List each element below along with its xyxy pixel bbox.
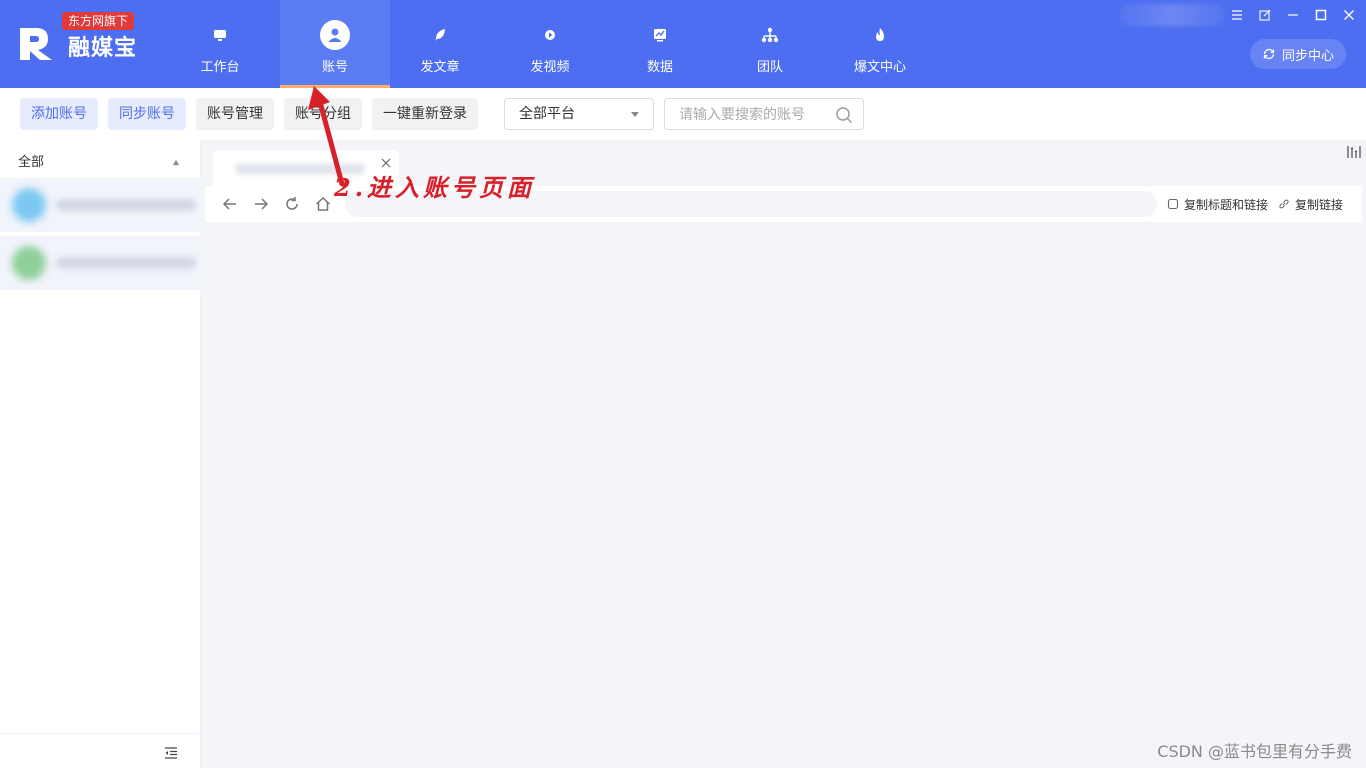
annotation-text: 2.进入账号页面 [334, 173, 536, 202]
account-group-label: 全部 [18, 155, 45, 170]
nav-item-data[interactable]: 数据 [605, 0, 715, 88]
edit-icon[interactable] [1256, 6, 1274, 24]
nav-label: 数据 [646, 60, 673, 75]
nav-item-team[interactable]: 团队 [715, 0, 825, 88]
manage-account-button[interactable]: 账号管理 [196, 98, 274, 130]
caret-down-icon [631, 112, 639, 117]
chart-icon [645, 20, 675, 50]
logo-mark-icon [20, 28, 52, 60]
browser-content: 复制标题和链接 复制链接 [201, 140, 1366, 768]
nav-item-workbench[interactable]: 工作台 [165, 0, 275, 88]
refresh-icon [1263, 48, 1275, 60]
watermark: CSDN @蓝书包里有分手费 [1157, 742, 1352, 761]
link-icon [1279, 199, 1289, 209]
group-account-button[interactable]: 账号分组 [284, 98, 362, 130]
account-name-blurred [56, 257, 196, 269]
home-icon[interactable] [314, 195, 332, 213]
back-arrow-icon[interactable] [221, 195, 239, 213]
relogin-all-button[interactable]: 一键重新登录 [372, 98, 478, 130]
sidebar-collapse-button[interactable] [0, 733, 201, 768]
top-header: 融媒宝 东方网旗下 工作台 账号 发文章 发视频 数据 团队 爆文中心 同步中心 [0, 0, 1366, 88]
account-search-input[interactable] [679, 105, 829, 125]
copy-title-link-button[interactable]: 复制标题和链接 [1167, 196, 1268, 212]
sync-center-label: 同步中心 [1281, 48, 1334, 64]
window-controls [1228, 6, 1358, 24]
copy-link-label: 复制链接 [1295, 197, 1344, 212]
nav-item-account[interactable]: 账号 [280, 0, 390, 88]
nav-item-article[interactable]: 发文章 [385, 0, 495, 88]
caret-up-icon [173, 160, 179, 165]
nav-label: 发文章 [420, 60, 460, 75]
account-name-blurred [56, 199, 196, 211]
avatar [12, 246, 46, 280]
sync-center-button[interactable]: 同步中心 [1250, 39, 1346, 69]
maximize-icon[interactable] [1312, 6, 1330, 24]
collapse-sidebar-icon [164, 744, 178, 763]
app-logo: 融媒宝 [18, 24, 148, 64]
account-sidebar: 全部 [0, 140, 201, 768]
avatar [12, 188, 46, 222]
nav-label: 工作台 [200, 60, 240, 75]
account-group-header[interactable]: 全部 [0, 148, 201, 178]
account-list-item[interactable] [0, 178, 201, 232]
add-account-button[interactable]: 添加账号 [20, 98, 98, 130]
panel-toggle-icon[interactable] [1346, 144, 1362, 160]
nav-item-hot-articles[interactable]: 爆文中心 [825, 0, 935, 88]
webview-area [201, 222, 1366, 768]
account-list-item[interactable] [0, 236, 201, 290]
play-icon [535, 20, 565, 50]
monitor-icon [205, 20, 235, 50]
copy-title-link-label: 复制标题和链接 [1184, 197, 1269, 212]
org-chart-icon [755, 20, 785, 50]
account-toolbar: 添加账号 同步账号 账号管理 账号分组 一键重新登录 全部平台 [0, 88, 1366, 140]
feather-icon [425, 20, 455, 50]
platform-select[interactable]: 全部平台 [504, 98, 654, 130]
sync-account-button[interactable]: 同步账号 [108, 98, 186, 130]
brand-name: 融媒宝 [68, 36, 138, 61]
nav-item-video[interactable]: 发视频 [495, 0, 605, 88]
forward-arrow-icon[interactable] [252, 195, 270, 213]
minimize-icon[interactable] [1284, 6, 1302, 24]
nav-label: 发视频 [530, 60, 570, 75]
reload-icon[interactable] [283, 195, 301, 213]
flame-icon [865, 20, 895, 50]
menu-icon[interactable] [1228, 6, 1246, 24]
nav-label: 爆文中心 [853, 60, 906, 75]
user-info-blurred [1120, 4, 1225, 26]
copy-icon [1167, 198, 1179, 210]
platform-select-value: 全部平台 [519, 106, 575, 122]
brand-badge: 东方网旗下 [62, 12, 135, 30]
account-search [664, 98, 864, 130]
search-icon[interactable] [835, 106, 853, 124]
nav-label: 账号 [321, 60, 348, 75]
user-icon [320, 20, 350, 50]
copy-link-button[interactable]: 复制链接 [1278, 196, 1343, 212]
nav-label: 团队 [756, 60, 783, 75]
close-icon[interactable] [1340, 6, 1358, 24]
